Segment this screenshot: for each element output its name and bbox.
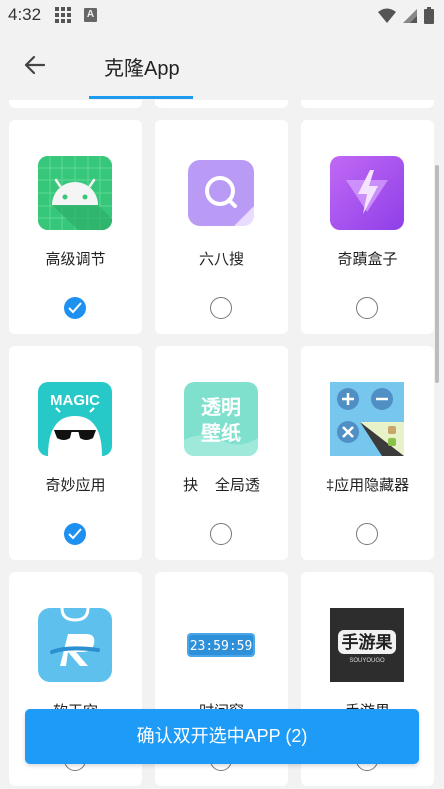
status-time: 4:32 [8, 5, 42, 24]
app-card[interactable]: 六八搜 [155, 120, 288, 334]
lightning-icon [330, 156, 404, 230]
svg-text:SOUYOUGO: SOUYOUGO [349, 658, 385, 664]
svg-text:透明: 透明 [201, 395, 241, 419]
signal-icon [403, 8, 417, 23]
status-right-icons [378, 7, 434, 24]
svg-text:壁纸: 壁纸 [201, 421, 241, 445]
app-label: 奇妙应用 [45, 477, 106, 494]
page-title: 克隆App [104, 58, 180, 80]
app-label: 高级调节 [45, 251, 106, 268]
check-circle-icon[interactable] [64, 297, 86, 319]
app-label: 六八搜 [198, 251, 244, 268]
app-card[interactable]: MAGIC 奇妙应用 [9, 346, 142, 560]
scrollbar[interactable] [435, 165, 439, 383]
app-label: 抉 全局透 [183, 477, 260, 494]
app-card-partial [301, 100, 434, 108]
search-magnifier-icon [184, 156, 258, 230]
app-card[interactable]: 高级调节 [9, 120, 142, 334]
shouyouguo-icon: 手游果 SOUYOUGO [330, 608, 404, 682]
soft-sky-icon [38, 608, 112, 682]
app-card[interactable]: ‡应用隐藏器 [301, 346, 434, 560]
app-hider-icon [330, 382, 404, 456]
wifi-icon [378, 8, 396, 23]
android-robot-icon [38, 156, 112, 230]
app-card[interactable]: 透明 壁纸 抉 全局透 [155, 346, 288, 560]
time-window-icon: 23:59:59 [184, 608, 258, 682]
battery-icon [424, 7, 434, 24]
app-card-partial [9, 100, 142, 108]
app-label: ‡应用隐藏器 [325, 477, 410, 494]
svg-text:手游果: 手游果 [342, 632, 393, 653]
app-grid: 高级调节 六八搜 奇蹟盒子 MAGIC 奇妙应用 透明 壁纸 抉 全局透 ‡应用… [0, 100, 444, 789]
radio-unchecked-icon[interactable] [356, 523, 378, 545]
confirm-clone-button[interactable]: 确认双开选中APP (2) [25, 709, 419, 764]
radio-unchecked-icon[interactable] [210, 297, 232, 319]
app-bar: 克隆App [0, 30, 444, 100]
svg-text:23:59:59: 23:59:59 [190, 639, 253, 654]
back-arrow-icon[interactable] [20, 50, 50, 80]
grid-icon [55, 7, 71, 23]
radio-unchecked-icon[interactable] [356, 297, 378, 319]
transparent-wallpaper-icon: 透明 壁纸 [184, 382, 258, 456]
status-bar: 4:32 A [0, 0, 444, 30]
radio-unchecked-icon[interactable] [210, 523, 232, 545]
app-card[interactable]: 奇蹟盒子 [301, 120, 434, 334]
keyboard-a-icon: A [84, 8, 97, 22]
tab-indicator [89, 96, 193, 99]
magic-sunglasses-icon: MAGIC [38, 382, 112, 456]
app-card-partial [155, 100, 288, 108]
check-circle-icon[interactable] [64, 523, 86, 545]
app-label: 奇蹟盒子 [337, 251, 398, 268]
svg-text:MAGIC: MAGIC [50, 392, 100, 409]
